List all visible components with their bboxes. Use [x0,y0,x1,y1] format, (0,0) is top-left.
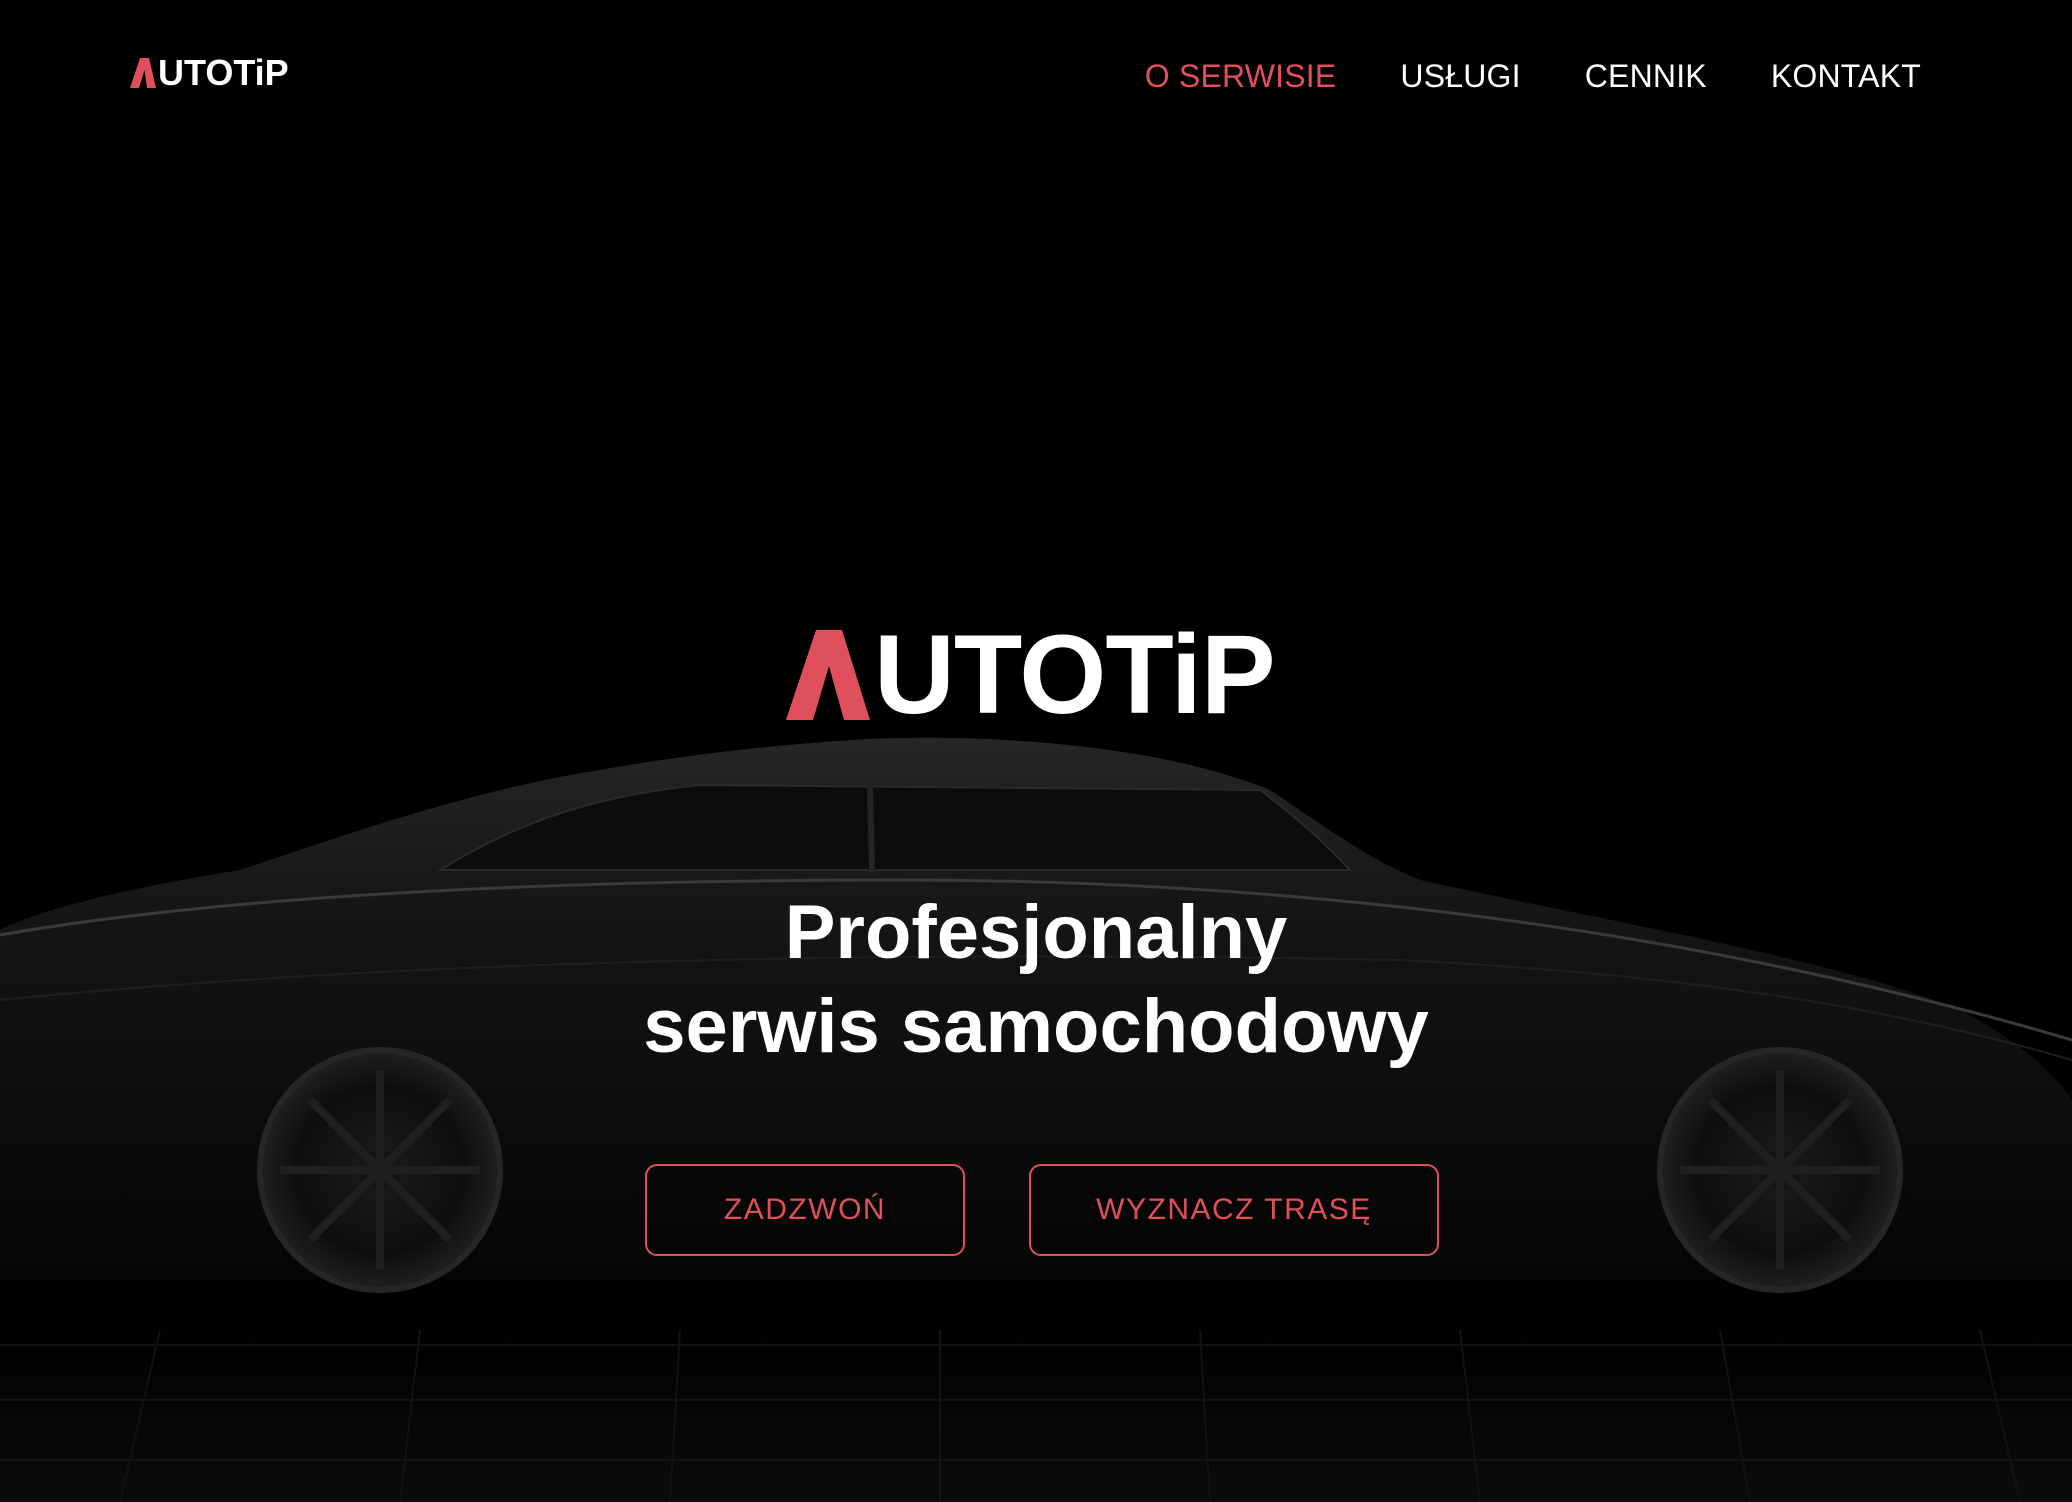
route-button[interactable]: WYZNACZ TRASĘ [1029,1164,1439,1256]
nav-item-uslugi[interactable]: USŁUGI [1400,56,1520,96]
nav-item-kontakt[interactable]: KONTAKT [1771,56,1921,96]
header-logo[interactable]: UTOTiP [130,48,289,93]
nav-item-cennik[interactable]: CENNIK [1585,56,1707,96]
hero-headline-line-1: Profesjonalny [784,890,1288,975]
main-nav: O SERWISIE USŁUGI CENNIK KONTAKT [1145,56,1921,96]
hero-headline: Profesjonalny serwis samochodowy [0,886,2072,1074]
nav-item-o-serwisie[interactable]: O SERWISIE [1145,56,1337,96]
hero-logo-a-mark-icon [786,630,870,720]
header-logo-text: UTOTiP [158,52,289,93]
call-button[interactable]: ZADZWOŃ [645,1164,965,1256]
site-header: UTOTiP O SERWISIE USŁUGI CENNIK KONTAKT [0,0,2072,150]
page: UTOTiP O SERWISIE USŁUGI CENNIK KONTAKT … [0,0,2072,1502]
logo-a-mark-icon [130,58,156,88]
hero-logo-text: UTOTiP [874,612,1276,737]
hero-cta-row: ZADZWOŃ WYZNACZ TRASĘ [645,1164,1439,1256]
hero-background-car-image [0,0,2072,1502]
hero-logo: UTOTiP [786,612,1276,737]
hero-headline-line-2: serwis samochodowy [643,984,1429,1069]
